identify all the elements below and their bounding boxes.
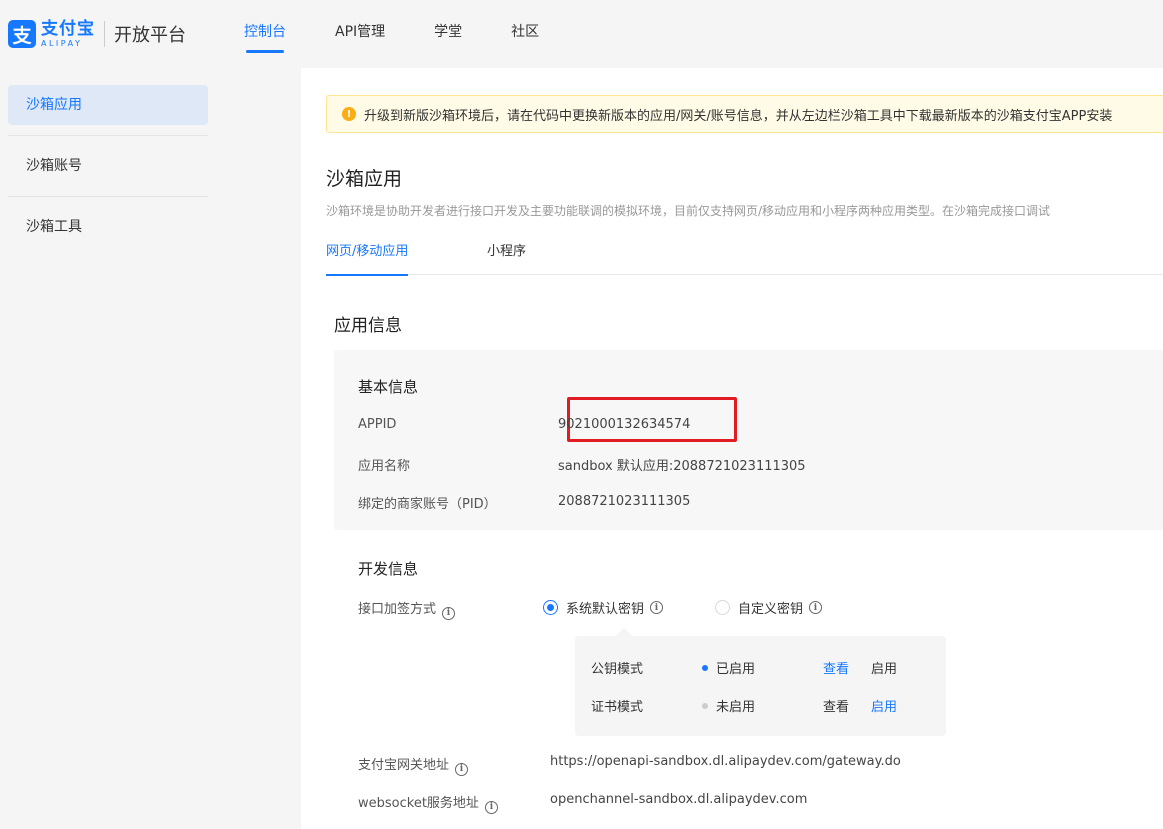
pid-label: 绑定的商家账号（PID） — [358, 497, 497, 512]
sign-method-label: 接口加签方式 i — [358, 598, 456, 620]
nav-console[interactable]: 控制台 — [244, 0, 286, 68]
info-icon[interactable]: i — [650, 601, 664, 614]
info-icon[interactable]: i — [455, 762, 469, 776]
nav-community[interactable]: 社区 — [511, 0, 539, 68]
key-mode-panel: 公钥模式 已启用 查看 启用 证书模式 未启用 查看 启用 — [575, 627, 946, 736]
sidebar-divider — [8, 135, 208, 136]
radio-default-key[interactable]: 系统默认密钥 i — [543, 598, 664, 617]
radio-unchecked-icon[interactable] — [715, 600, 730, 615]
tab-web-mobile-app[interactable]: 网页/移动应用 — [326, 228, 409, 276]
alert-text: 升级到新版沙箱环境后，请在代码中更换新版本的应用/网关/账号信息，并从左边栏沙箱… — [364, 108, 1113, 124]
platform-title: 开放平台 — [114, 25, 186, 46]
logo-text-cn: 支付宝 — [41, 18, 95, 39]
tab-mini-program[interactable]: 小程序 — [487, 228, 526, 275]
cert-mode-view-text: 查看 — [823, 700, 850, 715]
top-header: 支 支付宝 ALIPAY 开放平台 控制台 API管理 学堂 社区 — [0, 0, 1163, 68]
dev-info-title: 开发信息 — [358, 560, 419, 578]
public-key-mode-label: 公钥模式 — [591, 662, 644, 677]
public-key-view-link[interactable]: 查看 — [823, 658, 849, 677]
appid-value[interactable]: 9021000132634574 — [558, 417, 690, 432]
sidebar-divider — [8, 196, 208, 197]
sidebar-item-sandbox-app[interactable]: 沙箱应用 — [8, 85, 208, 125]
info-icon[interactable]: i — [442, 606, 456, 620]
app-type-tabs: 网页/移动应用 小程序 — [326, 228, 1163, 276]
info-icon[interactable]: i — [809, 601, 823, 614]
gateway-label: 支付宝网关地址 i — [358, 754, 469, 776]
info-icon[interactable]: i — [484, 800, 498, 814]
upgrade-alert: ! 升级到新版沙箱环境后，请在代码中更换新版本的应用/网关/账号信息，并从左边栏… — [326, 95, 1163, 133]
logo-divider — [104, 21, 105, 47]
nav-api-management[interactable]: API管理 — [335, 0, 385, 68]
page-title: 沙箱应用 — [326, 168, 403, 190]
gateway-url[interactable]: https://openapi-sandbox.dl.alipaydev.com… — [550, 754, 901, 769]
exclamation-icon: ! — [342, 107, 356, 121]
basic-info-card: 基本信息 APPID 9021000132634574 应用名称 sandbox… — [334, 350, 1163, 530]
basic-info-title: 基本信息 — [358, 378, 419, 396]
app-name-value[interactable]: sandbox 默认应用:2088721023111305 — [558, 455, 806, 474]
websocket-label: websocket服务地址 i — [358, 792, 498, 814]
pid-value[interactable]: 2088721023111305 — [558, 494, 690, 509]
cert-mode-enable-link[interactable]: 启用 — [871, 696, 897, 715]
websocket-url[interactable]: openchannel-sandbox.dl.alipaydev.com — [550, 792, 807, 807]
sidebar-item-sandbox-account[interactable]: 沙箱账号 — [8, 146, 208, 186]
app-name-label: 应用名称 — [358, 459, 411, 474]
status-dot-icon — [702, 665, 708, 671]
status-dot-icon — [702, 703, 708, 709]
public-key-enable-text: 启用 — [871, 662, 898, 677]
cert-mode-label: 证书模式 — [591, 700, 644, 715]
appid-label: APPID — [358, 417, 397, 432]
main-panel: ! 升级到新版沙箱环境后，请在代码中更换新版本的应用/网关/账号信息，并从左边栏… — [301, 68, 1163, 829]
alipay-logo-icon: 支 — [8, 20, 36, 48]
public-key-status: 已启用 — [702, 658, 755, 677]
page-description: 沙箱环境是协助开发者进行接口开发及主要功能联调的模拟环境，目前仅支持网页/移动应… — [326, 204, 1051, 218]
main-nav: 控制台 API管理 学堂 社区 — [244, 0, 588, 68]
sidebar-item-sandbox-tools[interactable]: 沙箱工具 — [8, 207, 208, 247]
nav-academy[interactable]: 学堂 — [434, 0, 462, 68]
cert-mode-status: 未启用 — [702, 696, 755, 715]
logo-text-en: ALIPAY — [41, 38, 83, 48]
app-info-title: 应用信息 — [334, 316, 402, 336]
popover-arrow — [615, 627, 633, 645]
sidebar: 沙箱应用 沙箱账号 沙箱工具 — [0, 68, 216, 829]
alipay-logo[interactable]: 支 支付宝 ALIPAY 开放平台 — [8, 18, 186, 50]
radio-custom-key[interactable]: 自定义密钥 i — [715, 598, 823, 617]
radio-checked-icon[interactable] — [543, 600, 558, 615]
